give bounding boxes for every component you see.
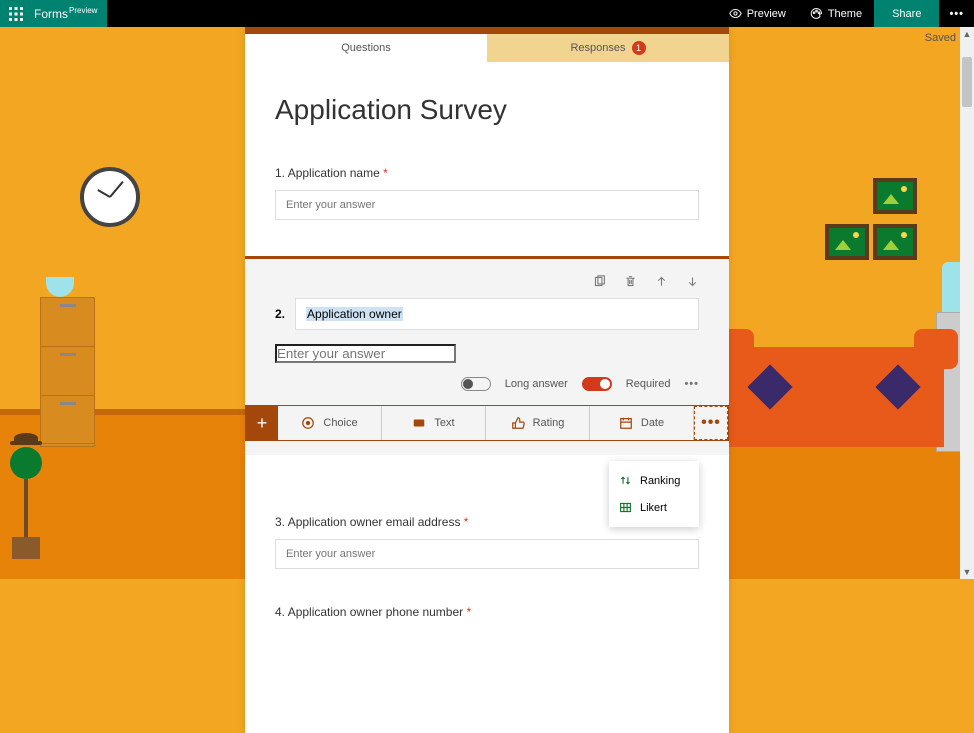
add-likert-item[interactable]: Likert: [609, 494, 699, 521]
responses-count-badge: 1: [632, 41, 646, 55]
tab-questions-label: Questions: [341, 42, 391, 54]
radio-icon: [301, 416, 315, 430]
add-question-bar: + Choice Text Rating Date •••: [245, 405, 729, 441]
more-button[interactable]: •••: [939, 0, 974, 27]
question-title-input[interactable]: Application owner: [295, 298, 699, 330]
form-card: Questions Responses 1 Application Survey…: [245, 27, 729, 733]
add-text-button[interactable]: Text: [382, 406, 486, 440]
add-more-button[interactable]: •••: [694, 406, 728, 440]
preview-button[interactable]: Preview: [717, 0, 798, 27]
answer-input[interactable]: [275, 344, 456, 363]
question-number: 2.: [275, 307, 285, 321]
form-tabs: Questions Responses 1: [245, 34, 729, 62]
app-titlebar: FormsPreview Preview Theme Share •••: [0, 0, 974, 27]
likert-label: Likert: [640, 502, 667, 514]
required-toggle[interactable]: [582, 377, 612, 391]
date-label: Date: [641, 417, 664, 429]
add-ranking-item[interactable]: Ranking: [609, 467, 699, 494]
clock-graphic: [80, 167, 140, 227]
tab-responses-label: Responses: [570, 42, 625, 54]
grid-icon: [619, 501, 632, 514]
required-asterisk: *: [466, 605, 471, 619]
required-asterisk: *: [464, 515, 469, 529]
add-date-button[interactable]: Date: [590, 406, 694, 440]
question-2-editor: 2. Application owner Long answer Require…: [245, 256, 729, 455]
share-label: Share: [892, 8, 921, 20]
palette-icon: [810, 7, 823, 20]
tab-questions[interactable]: Questions: [245, 34, 487, 62]
save-status: Saved: [925, 32, 956, 44]
app-brand[interactable]: FormsPreview: [32, 0, 107, 27]
question-number: 3.: [275, 515, 285, 529]
thumbs-up-icon: [511, 416, 525, 430]
scrollbar-thumb[interactable]: [962, 57, 972, 107]
scroll-down-icon[interactable]: ▼: [960, 565, 974, 579]
long-answer-toggle[interactable]: [461, 377, 491, 391]
add-more-menu: Ranking Likert: [609, 461, 699, 527]
add-rating-button[interactable]: Rating: [486, 406, 590, 440]
share-button[interactable]: Share: [874, 0, 939, 27]
answer-input[interactable]: [275, 539, 699, 569]
add-choice-button[interactable]: Choice: [278, 406, 382, 440]
ranking-icon: [619, 474, 632, 487]
question-label: Application owner email address: [288, 515, 461, 529]
text-label: Text: [434, 417, 454, 429]
ellipsis-icon: •••: [949, 8, 964, 20]
question-number: 1.: [275, 166, 285, 180]
required-asterisk: *: [383, 166, 388, 180]
rating-label: Rating: [533, 417, 565, 429]
preview-label: Preview: [747, 8, 786, 20]
question-more-button[interactable]: •••: [684, 378, 699, 390]
theme-button[interactable]: Theme: [798, 0, 874, 27]
required-label: Required: [626, 378, 671, 390]
delete-icon[interactable]: [624, 275, 637, 288]
vertical-scrollbar[interactable]: ▲ ▼: [960, 27, 974, 579]
question-title-text: Application owner: [306, 307, 403, 321]
question-1[interactable]: 1. Application name *: [275, 166, 699, 220]
eye-icon: [729, 7, 742, 20]
text-icon: [412, 416, 426, 430]
waffle-icon: [9, 7, 23, 21]
tab-responses[interactable]: Responses 1: [487, 34, 729, 62]
copy-icon[interactable]: [593, 275, 606, 288]
app-name: Forms: [34, 7, 68, 21]
long-answer-label: Long answer: [505, 378, 568, 390]
ranking-label: Ranking: [640, 475, 680, 487]
question-label: Application owner phone number: [288, 605, 463, 619]
move-up-icon[interactable]: [655, 275, 668, 288]
calendar-icon: [619, 416, 633, 430]
move-down-icon[interactable]: [686, 275, 699, 288]
scroll-up-icon[interactable]: ▲: [960, 27, 974, 41]
app-badge: Preview: [69, 6, 97, 15]
question-4[interactable]: 4. Application owner phone number *: [275, 605, 699, 619]
add-question-button[interactable]: +: [246, 406, 278, 440]
answer-input[interactable]: [275, 190, 699, 220]
choice-label: Choice: [323, 417, 357, 429]
waffle-menu-button[interactable]: [0, 0, 32, 27]
question-label: Application name: [288, 166, 380, 180]
question-number: 4.: [275, 605, 285, 619]
theme-label: Theme: [828, 8, 862, 20]
form-title[interactable]: Application Survey: [275, 94, 699, 126]
